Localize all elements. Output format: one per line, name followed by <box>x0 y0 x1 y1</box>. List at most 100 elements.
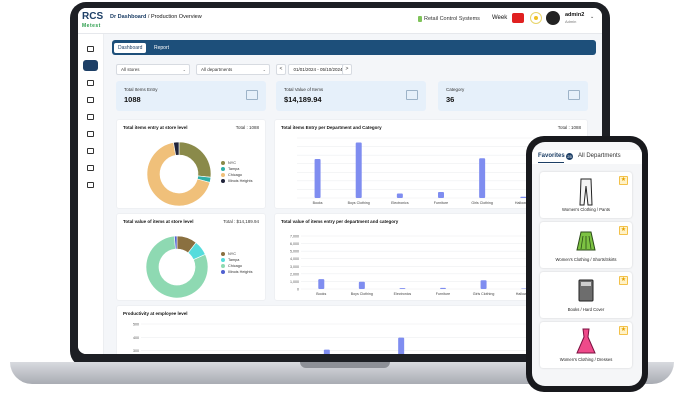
legend-label: Illinois Heights <box>228 270 253 274</box>
brand-logo[interactable]: RCS <box>82 11 103 22</box>
sidebar-item-home[interactable] <box>87 46 94 52</box>
pie-slice[interactable] <box>178 141 212 178</box>
sidebar-item-store[interactable] <box>87 80 94 86</box>
chevron-down-icon[interactable]: ⌄ <box>590 14 594 20</box>
bell-icon[interactable] <box>530 12 542 24</box>
x-tick-label: Girls Clothing <box>473 292 495 296</box>
x-tick-label: Boys Clothing <box>351 292 373 296</box>
bar-chart-productivity: 500400300200 <box>133 322 587 354</box>
bar[interactable] <box>323 349 330 354</box>
y-tick-label: 5,000 <box>290 250 299 254</box>
active-tab-indicator <box>538 162 564 163</box>
system-name: Retail Control Systems <box>424 16 480 22</box>
legend-label: NYC <box>228 161 237 165</box>
x-tick-label: Furniture <box>436 292 450 296</box>
sidebar-item-settings[interactable] <box>87 182 94 188</box>
laptop-notch <box>300 362 390 368</box>
panel-items-store: Total items entry at store level Total :… <box>116 119 266 209</box>
tab-dashboard[interactable]: Dashboard <box>114 43 147 53</box>
list-icon <box>246 90 258 100</box>
sidebar-item-dashboard[interactable] <box>83 60 98 71</box>
favorite-name: Women's Clothing / Shorts/Skirts <box>555 257 617 262</box>
legend-label: Tampa <box>228 167 240 171</box>
bar[interactable] <box>399 288 406 289</box>
favorites-count-badge: 25 <box>566 153 573 160</box>
y-tick-label: 2,000 <box>290 272 299 276</box>
book-icon <box>578 279 594 302</box>
tab-all-departments[interactable]: All Departments <box>578 153 621 159</box>
legend-label: Illinois Heights <box>228 179 253 183</box>
bar[interactable] <box>440 287 446 289</box>
tab-report[interactable]: Report <box>150 43 173 53</box>
bar[interactable] <box>314 159 321 198</box>
sidebar-item-inventory[interactable] <box>87 131 94 137</box>
user-name[interactable]: admin2 <box>565 12 584 18</box>
bar[interactable] <box>318 279 325 289</box>
grid-icon <box>406 90 418 100</box>
store-icon <box>418 16 422 22</box>
x-tick-label: Electronics <box>394 292 412 296</box>
favorite-card[interactable]: ★ Women's Clothing / Dresses <box>540 322 632 368</box>
legend-swatch <box>221 179 225 183</box>
breadcrumb-root[interactable]: Dr Dashboard <box>110 14 146 20</box>
chevron-down-icon: ⌄ <box>262 67 266 72</box>
breadcrumb: Dr Dashboard / Production Overview <box>110 14 202 20</box>
star-icon[interactable]: ★ <box>619 226 628 235</box>
star-icon[interactable]: ★ <box>619 276 628 285</box>
x-tick-label: Boys Clothing <box>348 201 370 205</box>
x-tick-label: Books <box>316 292 326 296</box>
bar[interactable] <box>479 158 486 198</box>
sidebar-item-users[interactable] <box>87 165 94 171</box>
x-tick-label: Books <box>313 201 323 205</box>
kpi-label: Category <box>446 87 465 92</box>
tab-bar: Dashboard Report <box>112 40 596 55</box>
skirt-icon <box>576 231 596 251</box>
bar[interactable] <box>355 142 362 199</box>
bar[interactable] <box>396 193 403 199</box>
user-role: Admin <box>565 19 577 24</box>
favorite-card[interactable]: ★ Books / Hard Cover <box>540 272 632 318</box>
legend-swatch <box>221 173 225 177</box>
sidebar-item-reports[interactable] <box>87 97 94 103</box>
panel-productivity: Productivity at employee level 500 400 300… <box>116 305 588 354</box>
favorite-name: Women's Clothing / Pants <box>562 207 610 212</box>
department-select[interactable]: All departments ⌄ <box>196 64 270 75</box>
bar[interactable] <box>358 281 365 289</box>
dashboard-screen: RCS Metest Dr Dashboard / Production Ove… <box>78 8 602 354</box>
bar[interactable] <box>438 192 444 198</box>
bar[interactable] <box>480 280 487 289</box>
legend-item[interactable]: Illinois Heights <box>221 269 252 275</box>
favorite-card[interactable]: ★ Women's Clothing / Shorts/Skirts <box>540 222 632 268</box>
brand-subtitle: Metest <box>82 23 101 29</box>
favorite-name: Books / Hard Cover <box>567 307 605 312</box>
star-icon[interactable]: ★ <box>619 326 628 335</box>
kpi-total-items: Total Items Entry 1088 <box>116 81 266 111</box>
bar[interactable] <box>398 337 405 354</box>
date-next-button[interactable]: > <box>342 64 352 75</box>
x-tick-label: Girls Clothing <box>471 201 493 205</box>
legend-swatch <box>221 264 225 268</box>
kpi-value: $14,189.94 <box>284 95 322 104</box>
sidebar-item-orders[interactable] <box>87 148 94 154</box>
y-tick-label: 7,000 <box>290 235 299 239</box>
favorite-card[interactable]: ★ Women's Clothing / Pants <box>540 172 632 218</box>
x-tick-label: Electronics <box>391 201 409 205</box>
hierarchy-icon <box>568 90 580 100</box>
sidebar-item-calendar[interactable] <box>87 114 94 120</box>
x-tick-label: Furniture <box>434 201 448 205</box>
date-range-input[interactable]: 01/01/2024 - 05/10/2024 <box>288 64 348 75</box>
period-button[interactable] <box>512 13 524 23</box>
legend-item[interactable]: Illinois Heights <box>221 178 252 184</box>
legend-swatch <box>221 252 225 256</box>
kpi-label: Total Value of Items <box>284 87 324 92</box>
pants-icon <box>579 178 593 206</box>
tab-favorites[interactable]: Favorites <box>538 153 565 159</box>
legend: NYC Tampa Chicago Illinois Heights <box>221 251 252 275</box>
phone-tab-bar: Favorites 25 All Departments <box>532 150 642 164</box>
store-select[interactable]: All stores ⌄ <box>116 64 190 75</box>
avatar[interactable] <box>546 11 560 25</box>
date-prev-button[interactable]: < <box>276 64 286 75</box>
period-label: Week <box>492 15 508 21</box>
sidebar <box>78 34 104 354</box>
star-icon[interactable]: ★ <box>619 176 628 185</box>
